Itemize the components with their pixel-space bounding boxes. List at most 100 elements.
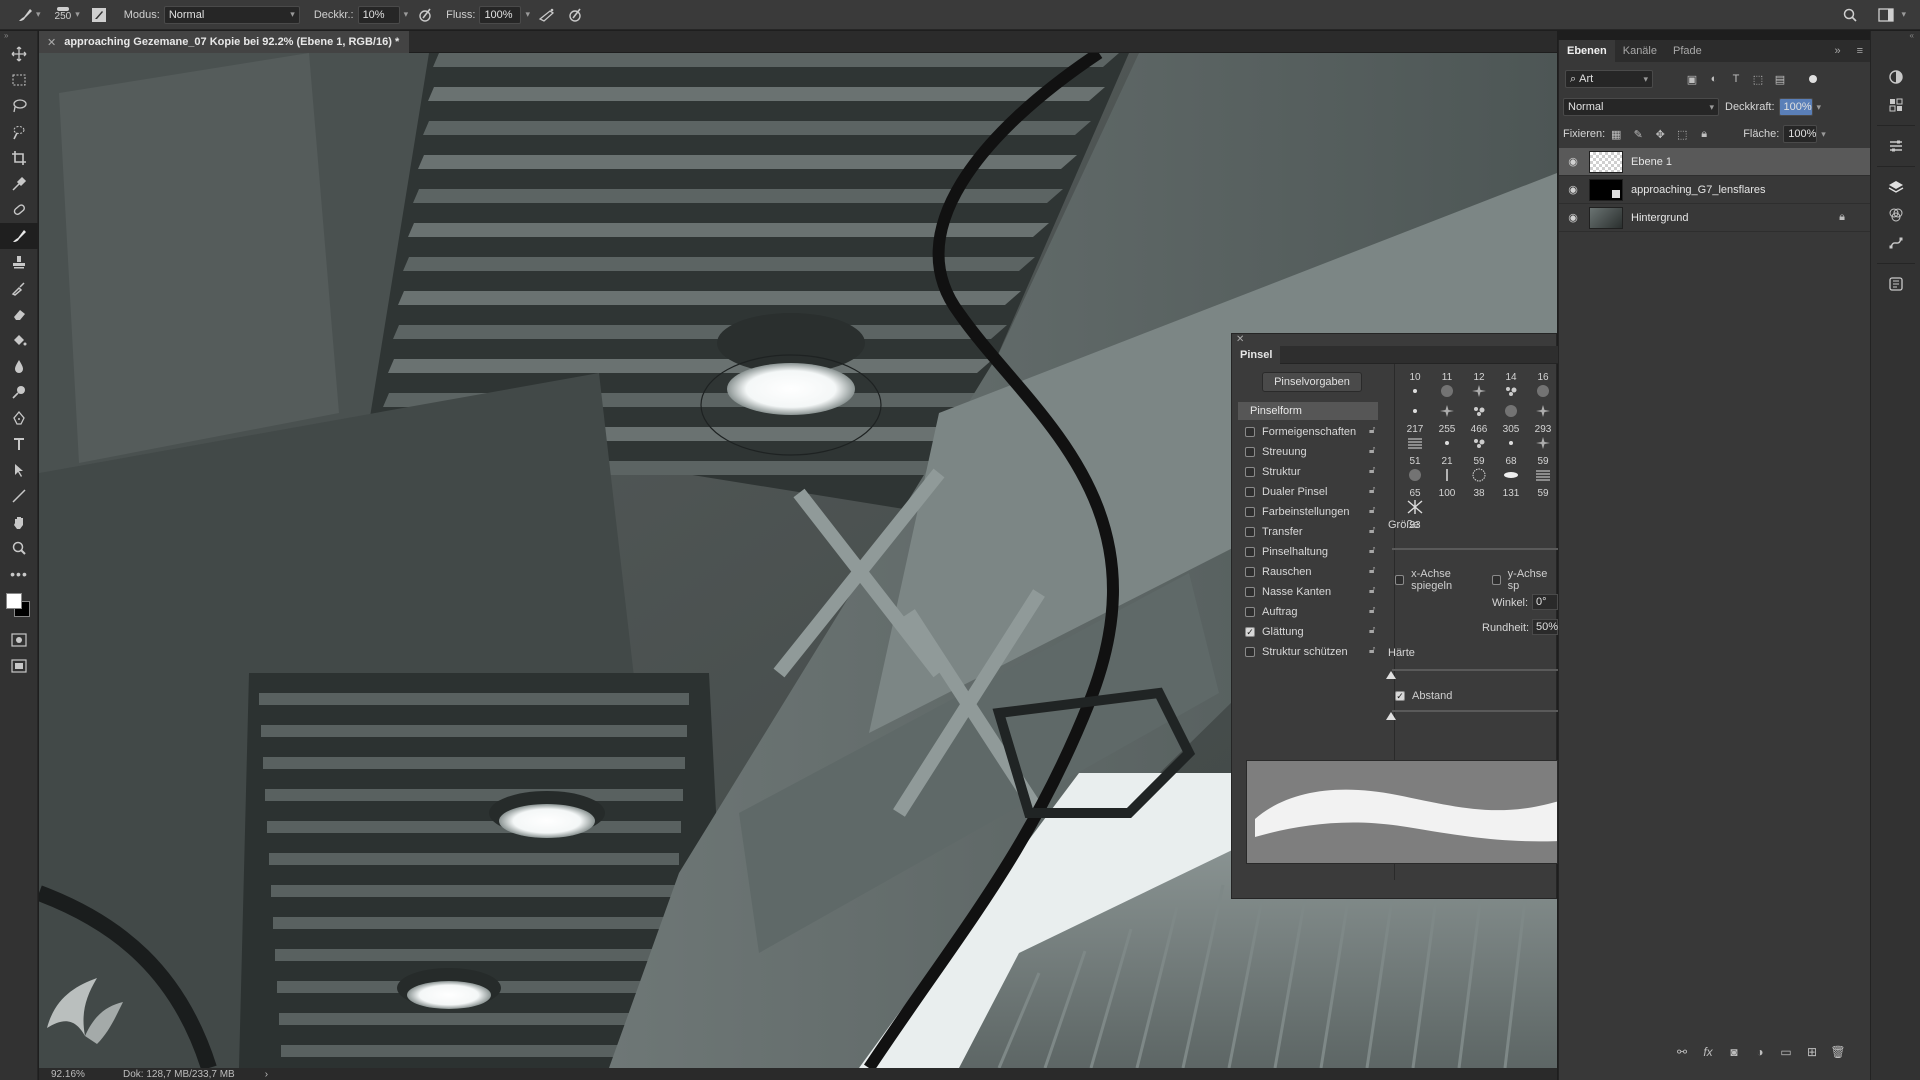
hardness-slider-knob[interactable] [1386, 671, 1396, 679]
screen-mode-icon[interactable] [0, 653, 38, 679]
pressure-size-icon[interactable] [564, 4, 586, 26]
type-tool-icon[interactable] [0, 431, 38, 457]
new-group-icon[interactable]: ▭ [1773, 1045, 1799, 1059]
brush-tip[interactable]: 217 [1400, 404, 1430, 436]
layers-panel-icon[interactable] [1871, 173, 1920, 201]
brush-option-checkbox[interactable] [1245, 547, 1255, 557]
chevron-down-icon[interactable]: ▾ [525, 9, 530, 20]
brush-option-checkbox[interactable]: ✓ [1245, 627, 1255, 637]
brush-option-checkbox[interactable] [1245, 527, 1255, 537]
brush-option-row[interactable]: Formeigenschaften 🔓︎ [1238, 422, 1394, 442]
eyedropper-tool-icon[interactable] [0, 171, 38, 197]
filter-smart-object-icon[interactable]: ▤ [1769, 70, 1791, 88]
brush-option-row[interactable]: Dualer Pinsel 🔓︎ [1238, 482, 1394, 502]
brush-size-picker[interactable]: 250 [55, 7, 71, 22]
hardness-slider[interactable] [1392, 669, 1558, 671]
history-brush-tool-icon[interactable] [0, 275, 38, 301]
lasso-tool-icon[interactable] [0, 93, 38, 119]
chevron-down-icon[interactable]: ▾ [75, 9, 80, 20]
layer-row[interactable]: ◉ approaching_G7_lensflares [1559, 176, 1871, 204]
filter-pixel-icon[interactable]: ▣ [1681, 70, 1703, 88]
brush-tip[interactable]: 59 [1464, 436, 1494, 468]
fill-input[interactable]: 100% [1783, 125, 1818, 143]
brush-option-checkbox[interactable] [1245, 507, 1255, 517]
brush-option-checkbox[interactable] [1245, 447, 1255, 457]
brush-option-row[interactable]: ✓ Glättung 🔓︎ [1238, 622, 1394, 642]
visibility-eye-icon[interactable]: ◉ [1559, 155, 1587, 168]
collapse-panel-icon[interactable]: » [1826, 40, 1848, 62]
lock-icon[interactable]: 🔓︎ [1369, 545, 1375, 556]
lock-icon[interactable]: 🔓︎ [1369, 565, 1375, 576]
close-icon[interactable]: ✕ [1236, 334, 1244, 345]
brush-tip[interactable]: 59 [1528, 436, 1558, 468]
brush-option-row[interactable]: Struktur schützen 🔓︎ [1238, 642, 1394, 662]
add-mask-icon[interactable]: ◙ [1721, 1045, 1747, 1059]
brush-option-row[interactable]: Streuung 🔓︎ [1238, 442, 1394, 462]
layer-row[interactable]: ◉ Hintergrund 🔒︎ [1559, 204, 1871, 232]
lock-icon[interactable]: 🔓︎ [1369, 465, 1375, 476]
brush-tip[interactable]: 293 [1528, 404, 1558, 436]
chevron-down-icon[interactable]: ▾ [404, 9, 409, 20]
brush-option-checkbox[interactable] [1245, 467, 1255, 477]
color-swatches[interactable] [0, 587, 38, 627]
flip-y-checkbox[interactable] [1491, 575, 1501, 585]
opacity-input[interactable]: 10% [357, 5, 400, 24]
brush-tip[interactable]: 12 [1464, 372, 1494, 404]
brush-tip[interactable]: 11 [1432, 372, 1462, 404]
brush-tip[interactable]: 16 [1528, 372, 1558, 404]
layer-opacity-input[interactable]: 100% [1778, 98, 1813, 116]
visibility-eye-icon[interactable]: ◉ [1559, 211, 1587, 224]
brush-option-row[interactable]: Auftrag 🔓︎ [1238, 602, 1394, 622]
search-icon[interactable] [1839, 4, 1861, 26]
brush-panel-title[interactable]: Pinsel [1232, 346, 1281, 364]
lock-position-icon[interactable]: ✥ [1649, 125, 1671, 143]
marquee-tool-icon[interactable] [0, 67, 38, 93]
hand-tool-icon[interactable] [0, 509, 38, 535]
delete-layer-icon[interactable]: 🗑︎ [1825, 1045, 1851, 1059]
brush-tip[interactable]: 131 [1496, 468, 1526, 500]
lock-icon[interactable]: 🔓︎ [1369, 605, 1375, 616]
libraries-panel-icon[interactable] [1871, 270, 1920, 298]
lock-icon[interactable]: 🔓︎ [1369, 525, 1375, 536]
pressure-opacity-icon[interactable] [414, 4, 436, 26]
lock-icon[interactable]: 🔓︎ [1369, 485, 1375, 496]
lock-transparency-icon[interactable]: ▦ [1605, 125, 1627, 143]
paths-panel-icon[interactable] [1871, 229, 1920, 257]
lock-icon[interactable]: 🔓︎ [1369, 625, 1375, 636]
quick-mask-icon[interactable] [0, 627, 38, 653]
pen-tool-icon[interactable] [0, 405, 38, 431]
filter-toggle-icon[interactable] [1809, 75, 1817, 83]
angle-input[interactable]: 0° [1532, 594, 1558, 610]
eraser-tool-icon[interactable] [0, 301, 38, 327]
flow-input[interactable]: 100% [479, 5, 522, 24]
brush-tip[interactable]: 466 [1464, 404, 1494, 436]
visibility-eye-icon[interactable]: ◉ [1559, 183, 1587, 196]
collapse-arrows-icon[interactable]: « [1871, 31, 1920, 41]
layer-thumbnail[interactable] [1589, 150, 1623, 173]
brush-option-row[interactable]: Rauschen 🔓︎ [1238, 562, 1394, 582]
blend-mode-select[interactable]: Normal ▾ [1563, 98, 1719, 116]
layer-row[interactable]: ◉ Ebene 1 [1559, 148, 1871, 176]
filter-type-icon[interactable]: T [1725, 70, 1747, 88]
brush-tool-preset-icon[interactable] [14, 4, 36, 26]
crop-tool-icon[interactable] [0, 145, 38, 171]
brush-tip[interactable]: 68 [1496, 436, 1526, 468]
brush-option-checkbox[interactable] [1245, 427, 1255, 437]
brush-option-row[interactable]: Pinselhaltung 🔓︎ [1238, 542, 1394, 562]
brush-option-checkbox[interactable] [1245, 647, 1255, 657]
tab-paths[interactable]: Pfade [1665, 40, 1710, 62]
chevron-down-icon[interactable]: ▾ [1901, 9, 1906, 20]
spacing-slider[interactable] [1392, 710, 1558, 712]
mode-select[interactable]: Normal ▾ [163, 5, 300, 24]
move-tool-icon[interactable] [0, 41, 38, 67]
brush-option-checkbox[interactable] [1245, 567, 1255, 577]
brush-tip[interactable]: 100 [1432, 468, 1462, 500]
layer-style-icon[interactable]: fx [1695, 1045, 1721, 1059]
brush-tip[interactable]: 65 [1400, 468, 1430, 500]
size-slider[interactable] [1392, 548, 1558, 550]
spacing-slider-knob[interactable] [1386, 712, 1396, 720]
more-tools-icon[interactable]: ••• [0, 561, 38, 587]
chevron-down-icon[interactable]: ▾ [1817, 102, 1822, 113]
lock-icon[interactable]: 🔓︎ [1369, 645, 1375, 656]
zoom-level[interactable]: 92.16% [51, 1069, 111, 1080]
